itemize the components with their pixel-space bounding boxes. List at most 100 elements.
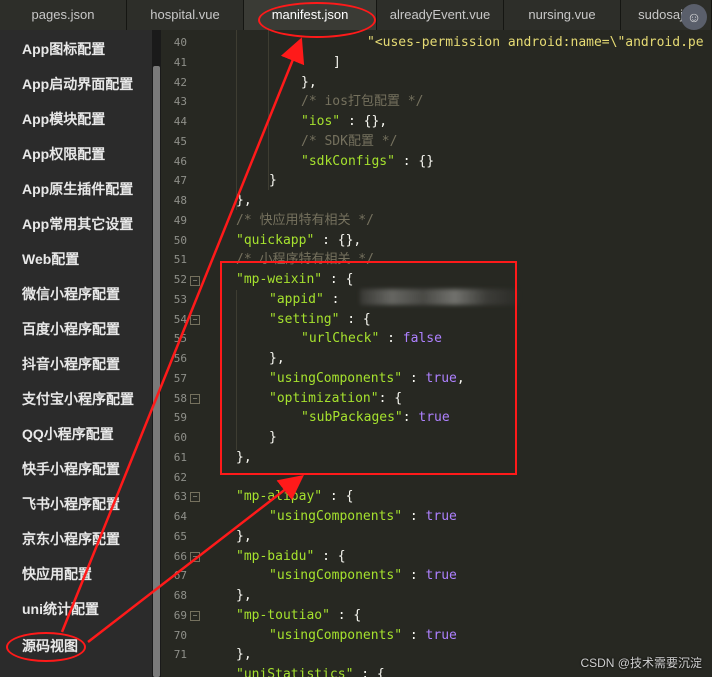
line-number: 54	[173, 313, 187, 326]
punct-token: : {	[322, 272, 354, 287]
punct-token: : {},	[340, 114, 388, 129]
line-number: 52	[173, 273, 187, 286]
sidebar-item-feishu-mp[interactable]: 飞书小程序配置	[22, 487, 120, 522]
sidebar-item-qq-mp[interactable]: QQ小程序配置	[22, 417, 114, 452]
fold-toggle-icon[interactable]: −	[190, 315, 200, 325]
punct-token: : {	[378, 391, 403, 406]
punct-token: : {	[322, 489, 354, 504]
tab-nursing-vue[interactable]: nursing.vue	[504, 0, 621, 30]
code-line-58: "optimization": {	[269, 389, 402, 409]
line-number: 70	[173, 629, 187, 642]
line-number: 68	[173, 589, 187, 602]
comment-token: /* 快应用特有相关 */	[236, 213, 374, 228]
tab-manifest-json[interactable]: manifest.json	[244, 0, 377, 30]
code-line-72: "uniStatistics" : {	[236, 665, 385, 677]
sidebar-item-app-splash[interactable]: App启动界面配置	[22, 67, 133, 102]
code-line-59: "subPackages": true	[301, 408, 450, 428]
punct-token: : {},	[314, 233, 362, 248]
line-number: 71	[173, 648, 187, 661]
sidebar-item-quickapp[interactable]: 快应用配置	[22, 557, 92, 592]
comment-token: /* 小程序特有相关 */	[236, 252, 374, 267]
bracket-token: },	[236, 450, 252, 465]
bracket-token: },	[236, 193, 252, 208]
punct-token: :	[402, 371, 426, 386]
line-number: 41	[173, 56, 187, 69]
avatar[interactable]: ☺	[681, 4, 707, 30]
key-token: "uniStatistics"	[236, 667, 354, 677]
sidebar-item-uni-statistics[interactable]: uni统计配置	[22, 592, 99, 627]
code-line-47: }	[269, 171, 277, 191]
line-number-gutter: 40 41 42 43 44 45 46 47 48 49 50 51 52 5…	[161, 30, 197, 677]
sidebar-item-app-native-plugins[interactable]: App原生插件配置	[22, 172, 133, 207]
punct-token: :	[402, 568, 426, 583]
key-token: "setting"	[269, 312, 340, 327]
key-token: "optimization"	[269, 391, 379, 406]
code-editor[interactable]: "<uses-permission android:name=\"android…	[203, 30, 712, 677]
bracket-token: }	[269, 173, 277, 188]
line-number: 69	[173, 609, 187, 622]
tab-hospital-vue[interactable]: hospital.vue	[127, 0, 244, 30]
boolean-token: true	[425, 509, 457, 524]
code-line-52: "mp-weixin" : {	[236, 270, 353, 290]
key-token: "appid"	[269, 292, 324, 307]
line-number: 40	[173, 36, 187, 49]
line-number: 51	[173, 253, 187, 266]
sidebar-item-app-modules[interactable]: App模块配置	[22, 102, 105, 137]
fold-toggle-icon[interactable]: −	[190, 492, 200, 502]
comment-token: /* SDK配置 */	[301, 134, 398, 149]
punct-token: ,	[456, 371, 465, 386]
bracket-token: },	[236, 588, 252, 603]
line-number: 56	[173, 352, 187, 365]
line-number: 48	[173, 194, 187, 207]
sidebar-item-jd-mp[interactable]: 京东小程序配置	[22, 522, 120, 557]
sidebar-item-web[interactable]: Web配置	[22, 242, 79, 277]
code-line-46: "sdkConfigs" : {}	[301, 152, 434, 172]
sidebar-item-weixin-mp[interactable]: 微信小程序配置	[22, 277, 120, 312]
code-line-53: "appid" :	[269, 290, 347, 310]
sidebar-scrollbar-thumb[interactable]	[153, 66, 160, 677]
code-line-55: "urlCheck" : false	[301, 329, 442, 349]
sidebar-item-alipay-mp[interactable]: 支付宝小程序配置	[22, 382, 134, 417]
sidebar-item-source-view[interactable]: 源码视图	[22, 629, 78, 664]
bracket-token: },	[236, 647, 252, 662]
code-line-42: },	[301, 73, 317, 93]
punct-token: :	[402, 410, 419, 425]
key-token: "usingComponents"	[269, 509, 403, 524]
editor-tab-bar: pages.json hospital.vue manifest.json al…	[0, 0, 712, 30]
line-number: 59	[173, 411, 187, 424]
key-token: "usingComponents"	[269, 628, 403, 643]
key-token: "sdkConfigs"	[301, 154, 395, 169]
sidebar-item-app-other-settings[interactable]: App常用其它设置	[22, 207, 133, 242]
sidebar-item-app-icon[interactable]: App图标配置	[22, 32, 105, 67]
key-token: "usingComponents"	[269, 371, 403, 386]
code-line-40: "<uses-permission android:name=\"android…	[367, 33, 704, 53]
sidebar-item-baidu-mp[interactable]: 百度小程序配置	[22, 312, 120, 347]
sidebar-item-douyin-mp[interactable]: 抖音小程序配置	[22, 347, 120, 382]
code-line-68: },	[236, 586, 252, 606]
boolean-token: true	[425, 568, 457, 583]
key-token: "quickapp"	[236, 233, 315, 248]
line-number: 63	[173, 490, 187, 503]
line-number: 67	[173, 569, 187, 582]
punct-token: : {}	[394, 154, 435, 169]
tab-pages-json[interactable]: pages.json	[0, 0, 127, 30]
fold-toggle-icon[interactable]: −	[190, 611, 200, 621]
line-number: 60	[173, 431, 187, 444]
punct-token: : {	[314, 549, 346, 564]
line-number: 49	[173, 214, 187, 227]
code-line-51: /* 小程序特有相关 */	[236, 250, 374, 270]
line-number: 57	[173, 372, 187, 385]
boolean-token: false	[402, 331, 442, 346]
code-line-65: },	[236, 527, 252, 547]
fold-toggle-icon[interactable]: −	[190, 552, 200, 562]
tab-alreadyevent-vue[interactable]: alreadyEvent.vue	[377, 0, 504, 30]
code-line-43: /* ios打包配置 */	[301, 92, 423, 112]
code-line-64: "usingComponents" : true	[269, 507, 457, 527]
sidebar-item-app-permissions[interactable]: App权限配置	[22, 137, 105, 172]
line-number: 45	[173, 135, 187, 148]
sidebar-item-kuaishou-mp[interactable]: 快手小程序配置	[22, 452, 120, 487]
fold-toggle-icon[interactable]: −	[190, 394, 200, 404]
punct-token: :	[402, 628, 426, 643]
redacted-appid-value	[360, 289, 518, 305]
fold-toggle-icon[interactable]: −	[190, 276, 200, 286]
